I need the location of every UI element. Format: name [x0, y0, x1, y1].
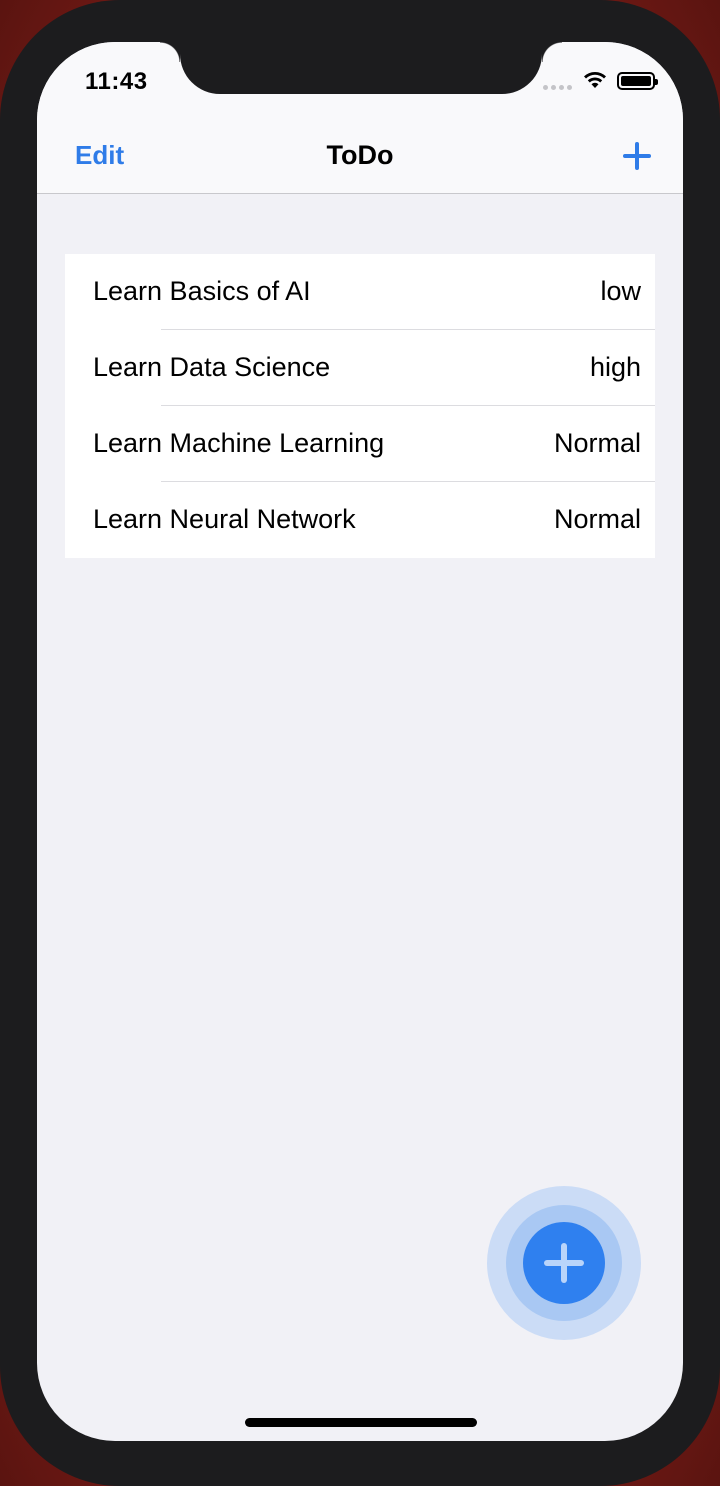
- home-indicator[interactable]: [245, 1418, 477, 1427]
- plus-icon: [544, 1243, 584, 1283]
- todo-title: Learn Machine Learning: [93, 428, 385, 458]
- add-button[interactable]: [623, 142, 651, 170]
- todo-row[interactable]: Learn Machine Learning Normal: [65, 406, 655, 482]
- todo-priority: high: [589, 352, 641, 382]
- floating-add-button[interactable]: [523, 1222, 605, 1304]
- wifi-icon: [584, 71, 606, 88]
- todo-title: Learn Neural Network: [93, 504, 356, 534]
- todo-row[interactable]: Learn Basics of AI low: [65, 254, 655, 330]
- cellular-signal-icon: [543, 85, 572, 90]
- todo-priority: Normal: [553, 428, 641, 458]
- todo-row[interactable]: Learn Data Science high: [65, 330, 655, 406]
- todo-list: Learn Basics of AI low Learn Data Scienc…: [65, 254, 655, 558]
- todo-title: Learn Basics of AI: [93, 276, 311, 306]
- navigation-bar: Edit ToDo: [37, 122, 683, 194]
- todo-priority: Normal: [553, 504, 641, 534]
- todo-priority: low: [600, 276, 641, 306]
- screen: 11:43 Edit ToDo Learn Basics of AI low L…: [37, 42, 683, 1441]
- page-title: ToDo: [326, 140, 394, 170]
- todo-title: Learn Data Science: [93, 352, 331, 382]
- battery-icon: [617, 72, 658, 90]
- notch: [160, 42, 562, 94]
- phone-frame: 11:43 Edit ToDo Learn Basics of AI low L…: [0, 0, 720, 1486]
- status-time: 11:43: [85, 68, 148, 95]
- todo-row[interactable]: Learn Neural Network Normal: [65, 482, 655, 558]
